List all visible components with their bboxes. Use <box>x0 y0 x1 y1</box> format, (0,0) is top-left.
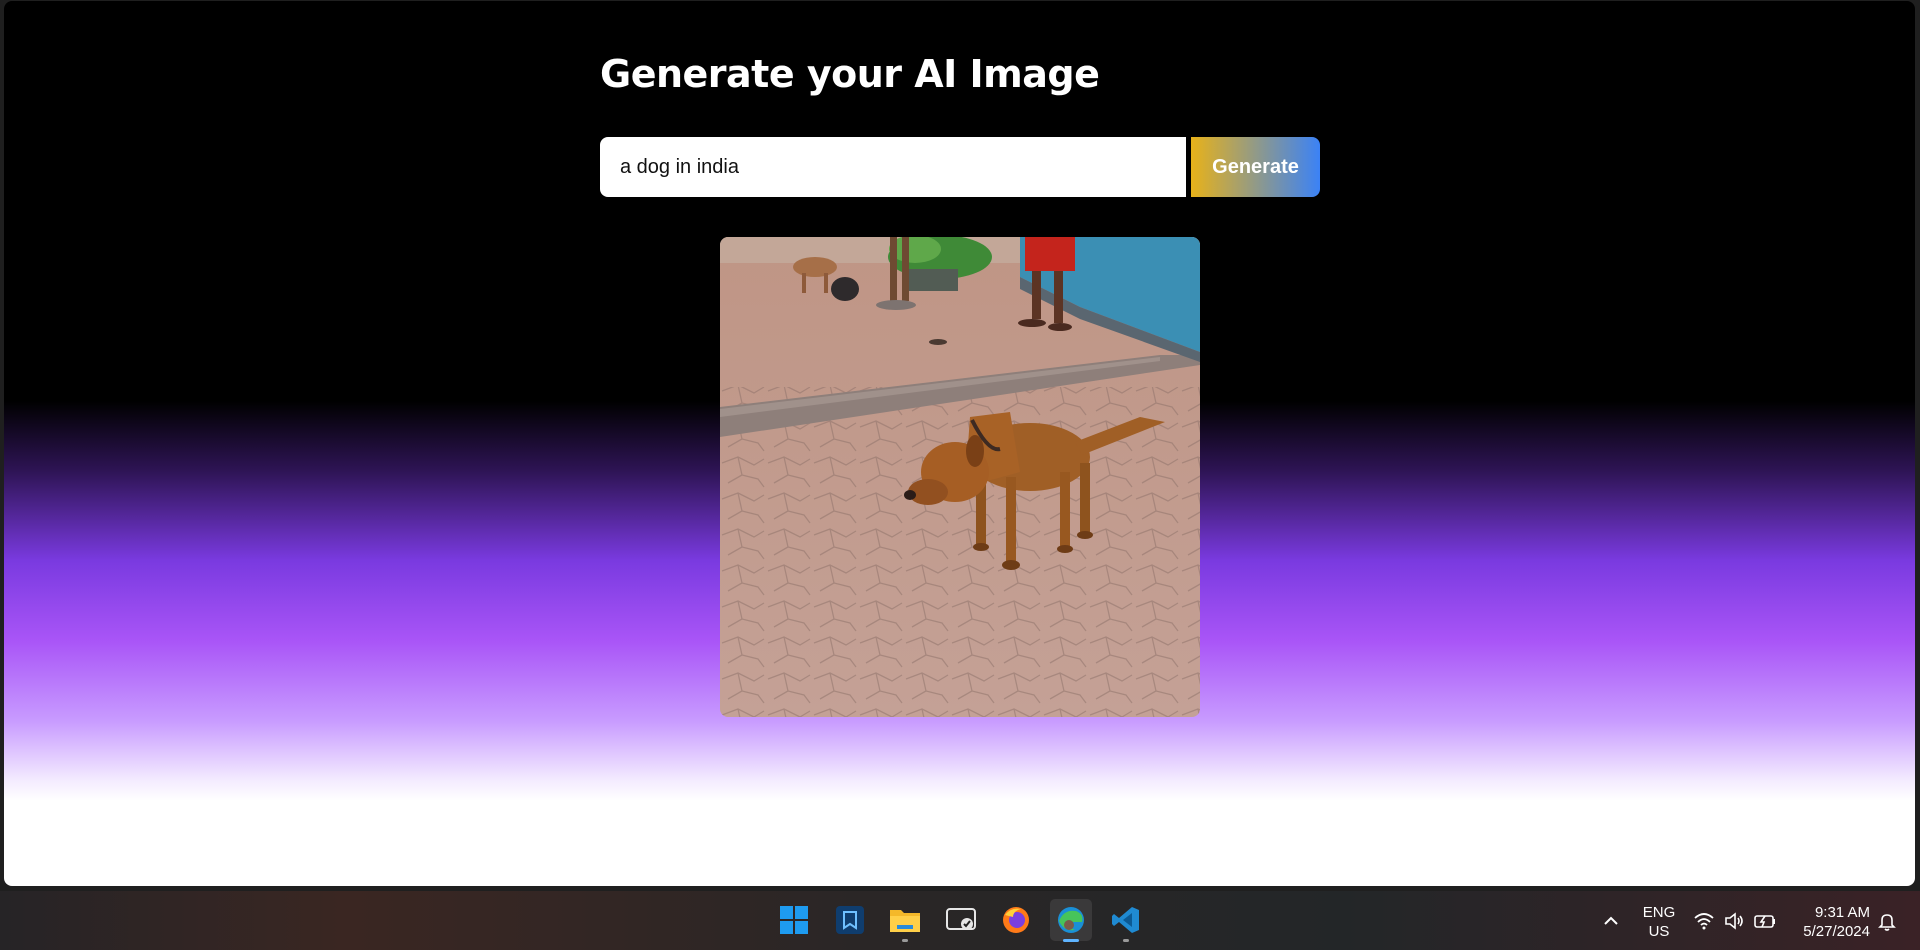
windows-taskbar: ENG US 9:31 AM 5/27/2024 <box>0 891 1920 950</box>
vscode-running-indicator <box>1123 939 1129 942</box>
edge-browser-icon[interactable] <box>1050 899 1092 942</box>
browser-viewport: Generate your AI Image Generate <box>4 1 1915 886</box>
clock[interactable]: 9:31 AM 5/27/2024 <box>1790 903 1870 941</box>
generated-image <box>720 237 1200 717</box>
language-secondary: US <box>1648 923 1670 940</box>
firefox-icon[interactable] <box>995 899 1037 941</box>
prompt-row: Generate <box>600 137 1324 197</box>
clock-date: 5/27/2024 <box>1803 923 1870 940</box>
language-indicator[interactable]: ENG US <box>1638 903 1680 941</box>
language-primary: ENG <box>1642 904 1676 921</box>
page-title: Generate your AI Image <box>600 52 1100 96</box>
clock-time: 9:31 AM <box>1814 904 1870 921</box>
volume-icon[interactable] <box>1723 910 1745 932</box>
file-explorer-running-indicator <box>902 939 908 942</box>
notification-bell-icon[interactable] <box>1876 910 1898 932</box>
remote-desktop-icon[interactable] <box>940 899 982 941</box>
vscode-icon[interactable] <box>1105 899 1147 942</box>
windows-start-icon[interactable] <box>773 899 815 941</box>
sandbox-app-icon[interactable] <box>829 899 871 941</box>
battery-charging-icon[interactable] <box>1753 910 1777 932</box>
wifi-icon[interactable] <box>1693 910 1715 932</box>
file-explorer-icon[interactable] <box>884 899 926 942</box>
edge-active-indicator <box>1063 939 1079 942</box>
prompt-input[interactable] <box>600 137 1186 197</box>
generate-button[interactable]: Generate <box>1191 137 1320 197</box>
generated-image-art <box>720 237 1200 717</box>
chevron-up-icon[interactable] <box>1600 910 1622 932</box>
